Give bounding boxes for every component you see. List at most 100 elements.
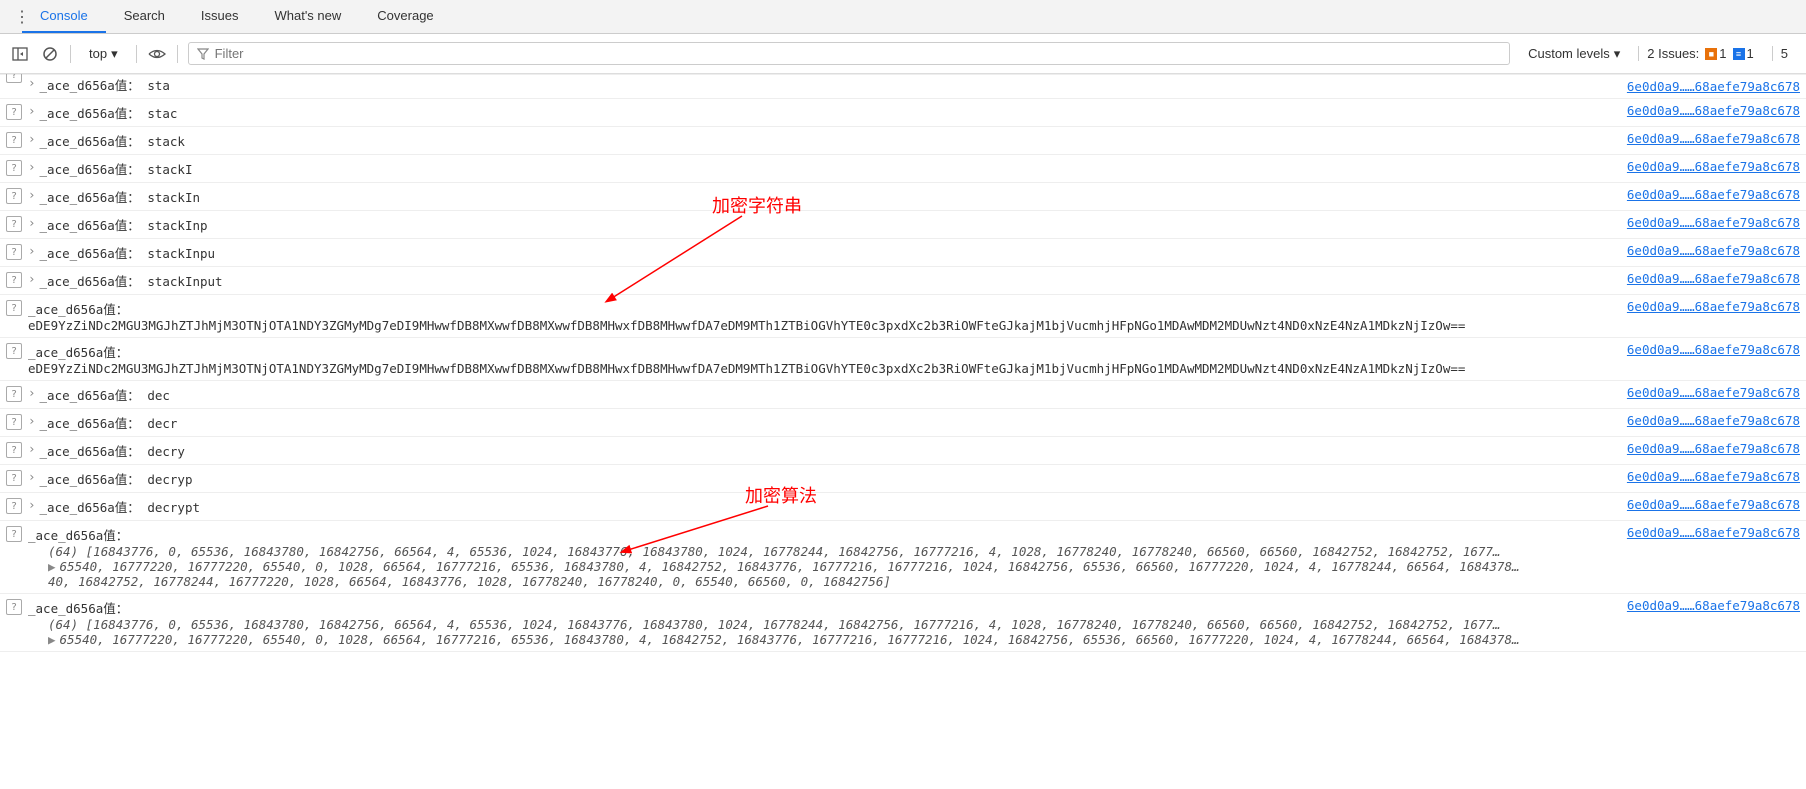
separator bbox=[177, 45, 178, 63]
clear-console-icon[interactable] bbox=[40, 44, 60, 64]
log-level-icon: ? bbox=[6, 442, 22, 458]
log-message: _ace_d656a值： stackInpu bbox=[40, 243, 1800, 262]
tab-issues[interactable]: Issues bbox=[183, 0, 257, 33]
source-link[interactable]: 6e0d0a9……68aefe79a8c678 bbox=[1627, 187, 1800, 202]
separator bbox=[136, 45, 137, 63]
log-level-icon: ? bbox=[6, 216, 22, 232]
filter-input[interactable] bbox=[215, 46, 1501, 61]
warning-icon: ■ bbox=[1705, 48, 1717, 60]
console-log-row[interactable]: ? _ace_d656a值：(64) [16843776, 0, 65536, 1… bbox=[0, 594, 1806, 652]
more-menu-icon[interactable]: ⋮ bbox=[6, 7, 22, 27]
console-log-row[interactable]: ? › _ace_d656a值： decry6e0d0a9……68aefe79a8c… bbox=[0, 437, 1806, 465]
hidden-messages[interactable]: 5 bbox=[1772, 46, 1796, 61]
console-log-row[interactable]: ? › _ace_d656a值： sta6e0d0a9……68aefe79a8c67… bbox=[0, 74, 1806, 99]
source-link[interactable]: 6e0d0a9……68aefe79a8c678 bbox=[1627, 441, 1800, 456]
info-icon: ≡ bbox=[1733, 48, 1745, 60]
log-level-icon: ? bbox=[6, 498, 22, 514]
log-message: _ace_d656a值： stackI bbox=[40, 159, 1800, 178]
log-level-icon: ? bbox=[6, 386, 22, 402]
filter-box[interactable] bbox=[188, 42, 1510, 65]
log-level-icon: ? bbox=[6, 188, 22, 204]
console-log-row[interactable]: ? _ace_d656a值：eDE9YzZiNDc2MGU3MGJhZTJhMjM… bbox=[0, 338, 1806, 381]
console-log-row[interactable]: ? › _ace_d656a值： stac6e0d0a9……68aefe79a8c6… bbox=[0, 99, 1806, 127]
context-selector[interactable]: top▾ bbox=[81, 44, 126, 64]
expand-arrow-icon: › bbox=[28, 159, 36, 174]
sidebar-toggle-icon[interactable] bbox=[10, 44, 30, 64]
log-level-icon: ? bbox=[6, 599, 22, 615]
console-log-row[interactable]: ? › _ace_d656a值： dec6e0d0a9……68aefe79a8c67… bbox=[0, 381, 1806, 409]
console-log-row[interactable]: ?›_ace_d656a值： stackInp6e0d0a9……68aefe79… bbox=[0, 211, 1806, 239]
live-expression-icon[interactable] bbox=[147, 44, 167, 64]
log-level-icon: ? bbox=[6, 414, 22, 430]
console-log-row[interactable]: ?›_ace_d656a值： stackIn6e0d0a9……68aefe79a… bbox=[0, 183, 1806, 211]
expand-arrow-icon: › bbox=[28, 271, 36, 286]
log-level-icon: ? bbox=[6, 272, 22, 288]
source-link[interactable]: 6e0d0a9……68aefe79a8c678 bbox=[1627, 271, 1800, 286]
log-level-icon: ? bbox=[6, 132, 22, 148]
log-message: _ace_d656a值： decryp bbox=[40, 469, 1800, 488]
log-message: _ace_d656a值： stackInp bbox=[40, 215, 1800, 234]
source-link[interactable]: 6e0d0a9……68aefe79a8c678 bbox=[1627, 79, 1800, 94]
log-level-icon: ? bbox=[6, 244, 22, 260]
log-message: _ace_d656a值：(64) [16843776, 0, 65536, 16… bbox=[28, 525, 1800, 589]
console-log-row[interactable]: ? › _ace_d656a值： decryp6e0d0a9……68aefe79a8… bbox=[0, 465, 1806, 493]
expand-arrow-icon: › bbox=[28, 469, 36, 484]
log-level-icon: ? bbox=[6, 300, 22, 316]
source-link[interactable]: 6e0d0a9……68aefe79a8c678 bbox=[1627, 469, 1800, 484]
source-link[interactable]: 6e0d0a9……68aefe79a8c678 bbox=[1627, 385, 1800, 400]
console-toolbar: top▾ Custom levels▾ 2 Issues: ■1 ≡1 5 bbox=[0, 34, 1806, 74]
console-log-row[interactable]: ? _ace_d656a值：(64) [16843776, 0, 65536, 1… bbox=[0, 521, 1806, 594]
log-message: _ace_d656a值： sta bbox=[40, 75, 1800, 94]
tab-search[interactable]: Search bbox=[106, 0, 183, 33]
source-link[interactable]: 6e0d0a9……68aefe79a8c678 bbox=[1627, 103, 1800, 118]
log-message: _ace_d656a值：(64) [16843776, 0, 65536, 16… bbox=[28, 598, 1800, 647]
console-log-row[interactable]: ?›_ace_d656a值： stackInpu6e0d0a9……68aefe7… bbox=[0, 239, 1806, 267]
source-link[interactable]: 6e0d0a9……68aefe79a8c678 bbox=[1627, 215, 1800, 230]
console-log-row[interactable]: ?›_ace_d656a值： decrypt6e0d0a9……68aefe79a… bbox=[0, 493, 1806, 521]
console-log-row[interactable]: ? _ace_d656a值：eDE9YzZiNDc2MGU3MGJhZTJhMjM… bbox=[0, 295, 1806, 338]
panel-tabs: ConsoleSearchIssuesWhat's newCoverage bbox=[22, 0, 452, 33]
log-level-icon: ? bbox=[6, 343, 22, 359]
expand-arrow-icon: › bbox=[28, 497, 36, 512]
log-message: _ace_d656a值： stackIn bbox=[40, 187, 1800, 206]
console-log-row[interactable]: ? › _ace_d656a值： stackI6e0d0a9……68aefe79a8… bbox=[0, 155, 1806, 183]
source-link[interactable]: 6e0d0a9……68aefe79a8c678 bbox=[1627, 342, 1800, 357]
separator bbox=[70, 45, 71, 63]
log-levels-dropdown[interactable]: Custom levels▾ bbox=[1520, 46, 1628, 62]
tab-coverage[interactable]: Coverage bbox=[359, 0, 451, 33]
console-log-row[interactable]: ? › _ace_d656a值： stackInput6e0d0a9……68aefe… bbox=[0, 267, 1806, 295]
expand-arrow-icon: › bbox=[28, 385, 36, 400]
log-message: _ace_d656a值：eDE9YzZiNDc2MGU3MGJhZTJhMjM3… bbox=[28, 342, 1800, 376]
log-level-icon: ? bbox=[6, 526, 22, 542]
console-log-area[interactable]: ?›_ace_d656a值： sta6e0d0a9……68aefe79a8c67… bbox=[0, 74, 1806, 788]
issues-summary[interactable]: 2 Issues: ■1 ≡1 bbox=[1638, 46, 1762, 61]
log-message: _ace_d656a值： stack bbox=[40, 131, 1800, 150]
log-message: _ace_d656a值： decry bbox=[40, 441, 1800, 460]
expand-arrow-icon: › bbox=[28, 131, 36, 146]
log-level-icon: ? bbox=[6, 104, 22, 120]
source-link[interactable]: 6e0d0a9……68aefe79a8c678 bbox=[1627, 497, 1800, 512]
log-message: _ace_d656a值： stackInput bbox=[40, 271, 1800, 290]
log-message: _ace_d656a值： dec bbox=[40, 385, 1800, 404]
log-message: _ace_d656a值：eDE9YzZiNDc2MGU3MGJhZTJhMjM3… bbox=[28, 299, 1800, 333]
log-level-icon: ? bbox=[6, 74, 22, 83]
filter-icon bbox=[197, 48, 209, 60]
console-log-row[interactable]: ? › _ace_d656a值： stack6e0d0a9……68aefe79a8c… bbox=[0, 127, 1806, 155]
expand-arrow-icon: › bbox=[28, 75, 36, 90]
source-link[interactable]: 6e0d0a9……68aefe79a8c678 bbox=[1627, 131, 1800, 146]
expand-arrow-icon: › bbox=[28, 103, 36, 118]
console-log-row[interactable]: ?›_ace_d656a值： decr6e0d0a9……68aefe79a8c6… bbox=[0, 409, 1806, 437]
source-link[interactable]: 6e0d0a9……68aefe79a8c678 bbox=[1627, 598, 1800, 613]
tab-whatsnew[interactable]: What's new bbox=[256, 0, 359, 33]
expand-arrow-icon: › bbox=[28, 441, 36, 456]
source-link[interactable]: 6e0d0a9……68aefe79a8c678 bbox=[1627, 159, 1800, 174]
devtools-header: ⋮ ConsoleSearchIssuesWhat's newCoverage bbox=[0, 0, 1806, 34]
log-level-icon: ? bbox=[6, 470, 22, 486]
source-link[interactable]: 6e0d0a9……68aefe79a8c678 bbox=[1627, 413, 1800, 428]
source-link[interactable]: 6e0d0a9……68aefe79a8c678 bbox=[1627, 525, 1800, 540]
log-level-icon: ? bbox=[6, 160, 22, 176]
source-link[interactable]: 6e0d0a9……68aefe79a8c678 bbox=[1627, 243, 1800, 258]
tab-console[interactable]: Console bbox=[22, 0, 106, 33]
log-message: _ace_d656a值： stac bbox=[40, 103, 1800, 122]
source-link[interactable]: 6e0d0a9……68aefe79a8c678 bbox=[1627, 299, 1800, 314]
